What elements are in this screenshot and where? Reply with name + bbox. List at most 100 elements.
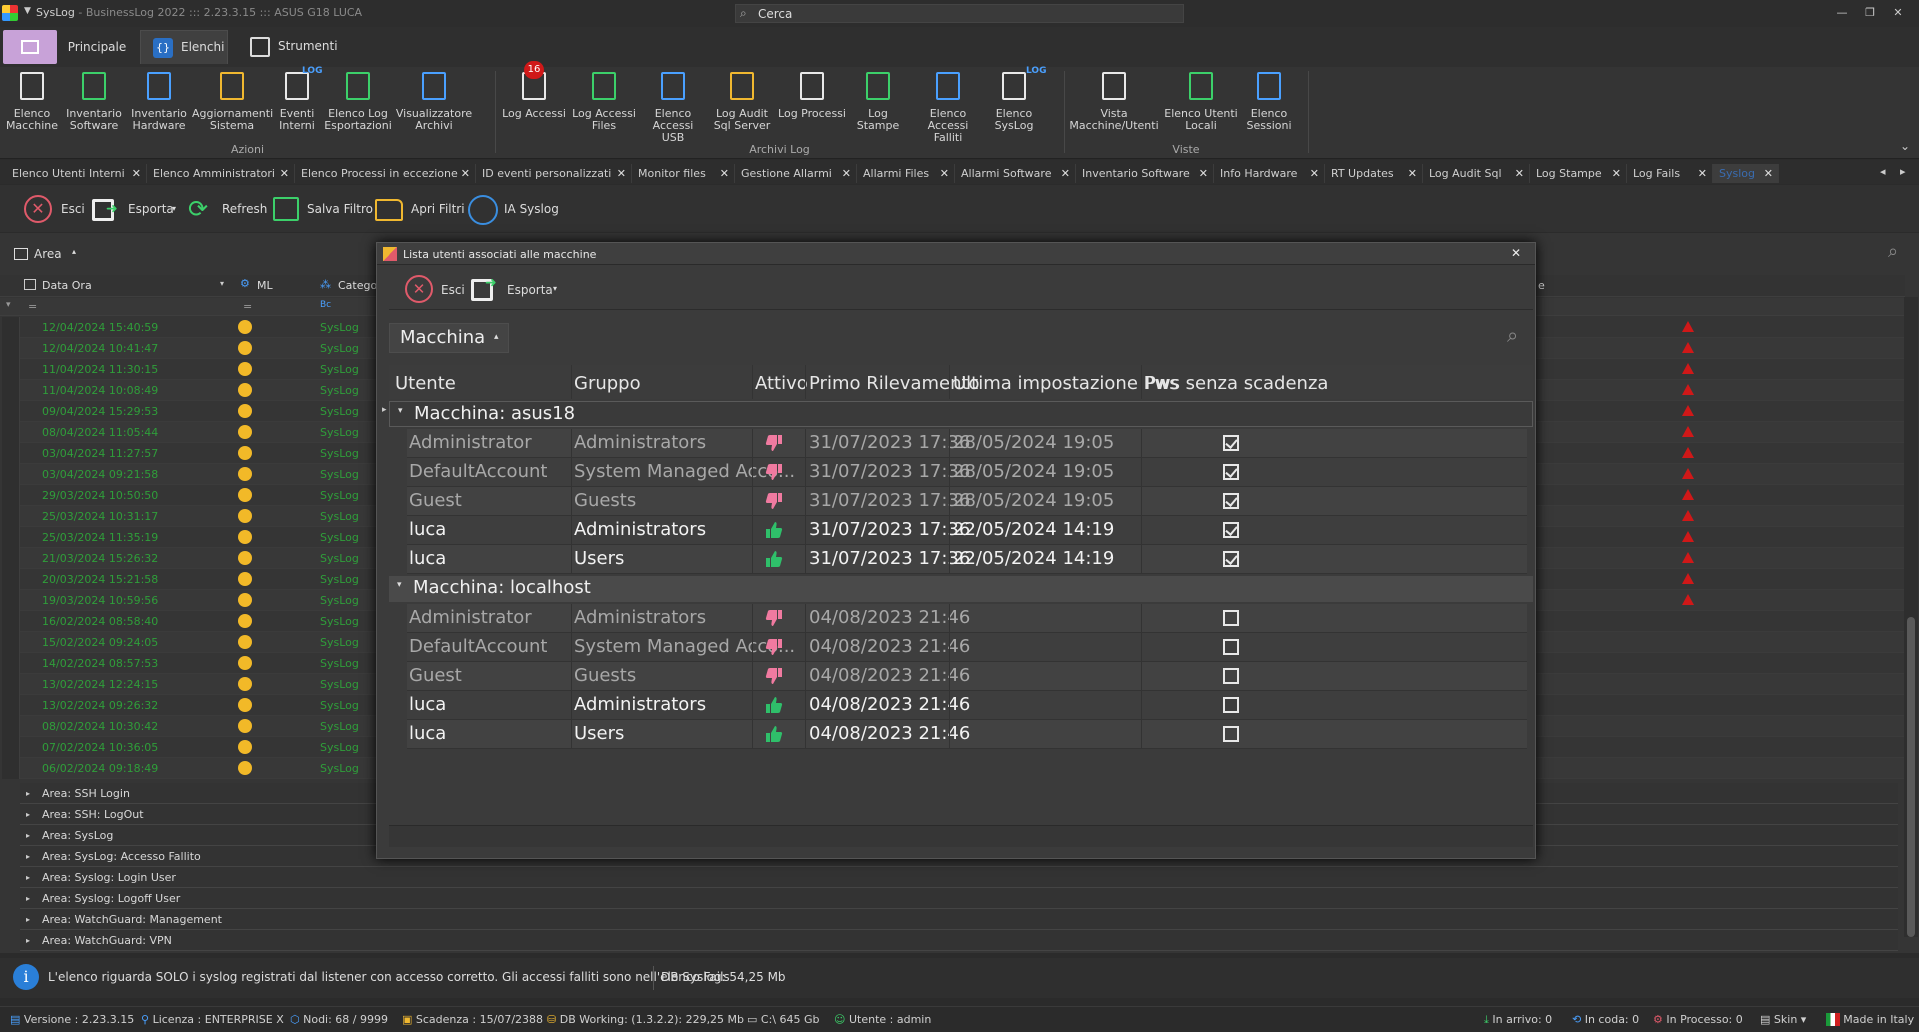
- area-group-row[interactable]: ▸ Area: Syslog: Logoff User: [20, 888, 1898, 909]
- esporta-button[interactable]: ➜ Esporta ▾: [92, 195, 182, 223]
- machine-group-row[interactable]: ▸ ▾ Macchina: asus18: [382, 401, 1533, 427]
- pws-no-expiry-checkbox[interactable]: [1223, 522, 1239, 538]
- ribbon-collapse-icon[interactable]: ⌄: [1900, 139, 1910, 153]
- ribbon-button-azioni-2[interactable]: Inventario Hardware: [126, 70, 192, 142]
- table-row[interactable]: luca Administrators 31/07/2023 17:36 22/05/…: [407, 516, 1527, 545]
- doc-tab-12[interactable]: Log Stampe ✕: [1530, 164, 1627, 183]
- pws-no-expiry-checkbox[interactable]: [1223, 639, 1239, 655]
- ribbon-button-archivi-2[interactable]: Elenco Accessi USB: [640, 70, 706, 144]
- col-categoria[interactable]: Catego: [338, 279, 377, 292]
- col-attivo[interactable]: Attivo: [755, 373, 808, 394]
- ribbon-button-viste-0[interactable]: Vista Macchine/Utenti: [1068, 70, 1160, 142]
- scrollbar-thumb[interactable]: [1907, 617, 1915, 937]
- file-menu-button[interactable]: [3, 30, 57, 64]
- doc-tab-0[interactable]: Elenco Utenti Interni ✕: [6, 164, 147, 183]
- col-dropdown-icon[interactable]: ▾: [220, 279, 224, 288]
- table-row[interactable]: Guest Guests 31/07/2023 17:36 28/05/2024 19…: [407, 487, 1527, 516]
- doc-tab-11[interactable]: Log Audit Sql ✕: [1423, 164, 1530, 183]
- ribbon-button-archivi-6[interactable]: Elenco Accessi Falliti: [910, 70, 986, 144]
- doc-tab-1[interactable]: Elenco Amministratori ✕: [147, 164, 295, 183]
- tab-close-icon[interactable]: ✕: [1199, 164, 1208, 183]
- tabs-scroll-right-icon[interactable]: ▸: [1900, 165, 1906, 178]
- tab-close-icon[interactable]: ✕: [132, 164, 141, 183]
- ribbon-button-archivi-0[interactable]: Log Accessi: [500, 70, 568, 142]
- pws-no-expiry-checkbox[interactable]: [1223, 551, 1239, 567]
- pws-no-expiry-checkbox[interactable]: [1223, 697, 1239, 713]
- pws-no-expiry-checkbox[interactable]: [1223, 435, 1239, 451]
- tab-close-icon[interactable]: ✕: [617, 164, 626, 183]
- col-partial[interactable]: e: [1538, 279, 1545, 292]
- pws-no-expiry-checkbox[interactable]: [1223, 726, 1239, 742]
- tab-close-icon[interactable]: ✕: [720, 164, 729, 183]
- table-row[interactable]: luca Administrators 04/08/2023 21:46: [407, 691, 1527, 720]
- table-row[interactable]: DefaultAccount System Managed Acco... 04/0…: [407, 633, 1527, 662]
- tab-close-icon[interactable]: ✕: [1310, 164, 1319, 183]
- doc-tab-7[interactable]: Allarmi Software ✕: [955, 164, 1076, 183]
- doc-tab-4[interactable]: Monitor files ✕: [632, 164, 735, 183]
- pws-no-expiry-checkbox[interactable]: [1223, 493, 1239, 509]
- ribbon-button-azioni-4[interactable]: Eventi Interni: [272, 70, 322, 142]
- table-row[interactable]: Administrator Administrators 04/08/2023 21…: [407, 604, 1527, 633]
- expand-caret-icon[interactable]: ▸: [26, 888, 30, 909]
- col-pws-senza-scadenza[interactable]: Pws senza scadenza: [1145, 373, 1328, 394]
- tab-close-icon[interactable]: ✕: [461, 164, 470, 183]
- collapse-caret-icon[interactable]: ▾: [398, 406, 403, 416]
- ribbon-button-azioni-0[interactable]: Elenco Macchine: [2, 70, 62, 142]
- tab-close-icon[interactable]: ✕: [1764, 164, 1773, 183]
- dialog-esci-button[interactable]: ✕ Esci: [405, 275, 465, 305]
- close-window-button[interactable]: ✕: [1890, 6, 1906, 20]
- tab-strumenti[interactable]: Strumenti: [244, 30, 340, 64]
- expand-caret-icon[interactable]: ▸: [26, 909, 30, 930]
- tab-close-icon[interactable]: ✕: [1698, 164, 1707, 183]
- col-ml[interactable]: ML: [257, 279, 273, 292]
- expand-caret-icon[interactable]: ▸: [26, 930, 30, 951]
- ribbon-button-archivi-3[interactable]: Log Audit Sql Server: [706, 70, 778, 142]
- tab-principale[interactable]: Principale: [62, 30, 132, 64]
- doc-tab-13[interactable]: Log Fails ✕: [1627, 164, 1713, 183]
- expand-caret-icon[interactable]: ▸: [26, 825, 30, 846]
- restore-button[interactable]: ❐: [1862, 6, 1878, 20]
- ribbon-button-archivi-7[interactable]: Elenco SysLog: [986, 70, 1042, 142]
- collapse-caret-icon[interactable]: ▾: [397, 580, 402, 590]
- ribbon-button-archivi-1[interactable]: Log Accessi Files: [568, 70, 640, 142]
- doc-tab-6[interactable]: Allarmi Files ✕: [857, 164, 955, 183]
- expand-caret-icon[interactable]: ▸: [26, 867, 30, 888]
- table-row[interactable]: Guest Guests 04/08/2023 21:46: [407, 662, 1527, 691]
- skin-selector[interactable]: ▤ Skin ▾: [1760, 1013, 1806, 1026]
- area-group-row[interactable]: ▸ Area: Syslog: Login User: [20, 867, 1898, 888]
- table-row[interactable]: luca Users 04/08/2023 21:46: [407, 720, 1527, 749]
- expand-caret-icon[interactable]: ▸: [26, 846, 30, 867]
- pws-no-expiry-checkbox[interactable]: [1223, 610, 1239, 626]
- tab-close-icon[interactable]: ✕: [940, 164, 949, 183]
- tab-close-icon[interactable]: ✕: [1408, 164, 1417, 183]
- table-row[interactable]: DefaultAccount System Managed Acco... 31/0…: [407, 458, 1527, 487]
- pws-no-expiry-checkbox[interactable]: [1223, 668, 1239, 684]
- quick-access-chevron-icon[interactable]: ▼: [24, 6, 31, 16]
- doc-tab-9[interactable]: Info Hardware ✕: [1214, 164, 1325, 183]
- dialog-close-button[interactable]: ✕: [1511, 246, 1521, 260]
- table-row[interactable]: luca Users 31/07/2023 17:36 22/05/2024 14:1…: [407, 545, 1527, 574]
- ribbon-button-azioni-5[interactable]: Elenco Log Esportazioni: [322, 70, 394, 142]
- area-group-row[interactable]: ▸ Area: WatchGuard: Management: [20, 909, 1898, 930]
- col-utente[interactable]: Utente: [395, 373, 456, 394]
- tab-elenchi[interactable]: {} Elenchi: [140, 30, 228, 64]
- area-group-row[interactable]: ▸ Area: WatchGuard: VPN: [20, 930, 1898, 951]
- doc-tab-14[interactable]: Syslog ✕: [1713, 164, 1779, 183]
- dialog-esporta-button[interactable]: ➜ Esporta ▾: [471, 275, 561, 305]
- expand-caret-icon[interactable]: ▸: [26, 783, 30, 804]
- doc-tab-10[interactable]: RT Updates ✕: [1325, 164, 1423, 183]
- ribbon-button-azioni-3[interactable]: Aggiornamenti Sistema: [192, 70, 273, 142]
- ribbon-button-viste-1[interactable]: Elenco Utenti Locali: [1160, 70, 1242, 142]
- expand-caret-icon[interactable]: ▸: [26, 804, 30, 825]
- minimize-button[interactable]: —: [1834, 6, 1850, 20]
- dialog-search-icon[interactable]: ⌕: [1507, 323, 1518, 347]
- macchina-group-chip[interactable]: Macchina ▴: [389, 323, 509, 353]
- grid-search-icon[interactable]: ⌕: [1888, 241, 1898, 262]
- doc-tab-3[interactable]: ID eventi personalizzati ✕: [476, 164, 632, 183]
- table-row[interactable]: Administrator Administrators 31/07/2023 17…: [407, 429, 1527, 458]
- ribbon-button-viste-2[interactable]: Elenco Sessioni: [1242, 70, 1296, 142]
- tab-close-icon[interactable]: ✕: [1061, 164, 1070, 183]
- machine-group-row[interactable]: ▾ Macchina: localhost: [389, 576, 1533, 602]
- vertical-scrollbar[interactable]: [1904, 297, 1918, 937]
- doc-tab-5[interactable]: Gestione Allarmi ✕: [735, 164, 857, 183]
